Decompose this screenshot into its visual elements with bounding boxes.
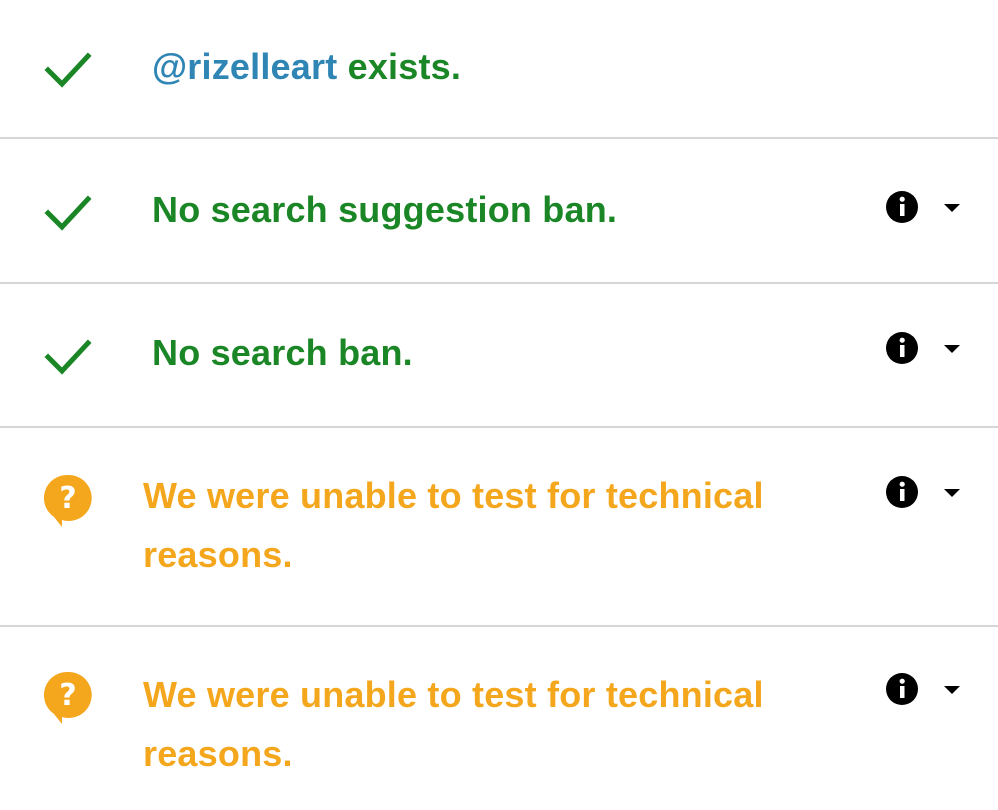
details-toggle[interactable] — [884, 189, 964, 229]
result-row-search-suggestion-ban: No search suggestion ban. — [0, 139, 998, 282]
search-suggestion-ban-text: No search suggestion ban. — [152, 189, 618, 230]
check-icon — [42, 185, 94, 237]
question-bubble-icon: ? — [42, 669, 94, 724]
check-icon — [42, 329, 94, 381]
unable-to-test-text: We were unable to test for technical rea… — [143, 475, 764, 575]
details-toggle[interactable] — [884, 671, 964, 711]
caret-down-icon[interactable] — [942, 201, 962, 213]
info-icon[interactable] — [884, 330, 920, 366]
check-icon — [42, 42, 94, 94]
caret-down-icon[interactable] — [942, 342, 962, 354]
details-toggle[interactable] — [884, 474, 964, 514]
details-toggle[interactable] — [884, 330, 964, 370]
unable-to-test-text: We were unable to test for technical rea… — [143, 674, 764, 774]
account-exists-text: @rizelleart exists. — [152, 46, 461, 88]
result-row-unable-to-test: ? We were unable to test for technical r… — [0, 627, 998, 810]
result-row-search-ban: No search ban. — [0, 284, 998, 426]
account-exists-suffix: exists. — [337, 46, 462, 87]
info-icon[interactable] — [884, 189, 920, 225]
svg-text:?: ? — [59, 678, 76, 713]
info-icon[interactable] — [884, 474, 920, 510]
question-bubble-icon: ? — [42, 472, 94, 527]
caret-down-icon[interactable] — [942, 683, 962, 695]
result-row-unable-to-test: ? We were unable to test for technical r… — [0, 428, 998, 625]
caret-down-icon[interactable] — [942, 486, 962, 498]
result-row-account-exists: @rizelleart exists. — [0, 0, 998, 138]
info-icon[interactable] — [884, 671, 920, 707]
search-ban-text: No search ban. — [152, 332, 413, 373]
svg-text:?: ? — [59, 481, 76, 516]
account-handle[interactable]: @rizelleart — [152, 46, 337, 87]
